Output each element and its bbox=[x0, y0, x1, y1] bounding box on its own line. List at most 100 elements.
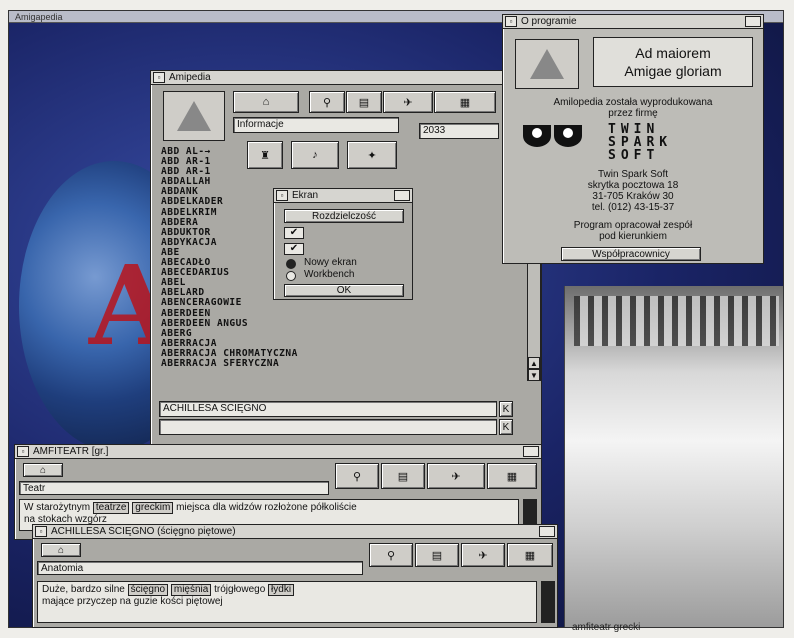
about-logo bbox=[515, 39, 579, 89]
option-workbench[interactable]: Workbench bbox=[304, 269, 354, 280]
option-new-screen[interactable]: Nowy ekran bbox=[304, 257, 357, 268]
map-button[interactable]: ▤ bbox=[346, 91, 382, 113]
achilles-map-button[interactable]: ▤ bbox=[415, 543, 459, 567]
info-tab[interactable]: Informacje bbox=[233, 117, 399, 133]
world-map-icon: ✈ bbox=[451, 470, 461, 483]
scroll-up-icon[interactable]: ▲ bbox=[528, 357, 540, 369]
scroll-down-icon[interactable]: ▼ bbox=[528, 369, 540, 381]
link-sciegno[interactable]: ścięgno bbox=[127, 584, 169, 596]
amfiteatr-title: AMFITEATR [gr.] bbox=[33, 446, 109, 457]
company-name: Twin Spark Soft bbox=[597, 169, 669, 180]
contributors-label: Współpracownicy bbox=[592, 248, 670, 260]
amfiteatr-title-bar[interactable]: ▫ AMFITEATR [gr.] bbox=[15, 445, 541, 459]
close-icon[interactable]: ▫ bbox=[505, 16, 517, 27]
search-value: ACHILLESA SCIĘGNO bbox=[163, 403, 267, 414]
depth-icon[interactable] bbox=[745, 16, 761, 27]
resolution-label: Rozdzielczość bbox=[312, 210, 376, 222]
screen-dialog: ▫ Ekran Rozdzielczość ✔ ✔ Nowy ekran Wor… bbox=[273, 188, 413, 300]
achilles-title: ACHILLESA ŚCIĘGNO (ścięgno piętowe) bbox=[51, 526, 236, 537]
amipedia-title-bar[interactable]: ▫ Amipedia bbox=[151, 71, 541, 85]
ok-label: OK bbox=[336, 285, 352, 296]
achilles-world-button[interactable]: ✈ bbox=[461, 543, 505, 567]
triangle-logo-icon bbox=[177, 101, 211, 131]
text-prefix: W starożytnym bbox=[24, 502, 91, 513]
magnifier-icon: ⚲ bbox=[352, 470, 362, 483]
intro-line-2: przez firmę bbox=[608, 108, 658, 119]
depth-icon[interactable] bbox=[523, 446, 539, 457]
list-item[interactable]: ABDALLAH bbox=[161, 177, 451, 187]
twin-spark-eyes-logo bbox=[523, 125, 582, 147]
radio-new-screen-icon[interactable] bbox=[286, 259, 296, 269]
about-title-bar[interactable]: ▫ O programie bbox=[503, 15, 763, 29]
radio-workbench-icon[interactable] bbox=[286, 271, 296, 281]
achilles-scrollbar[interactable] bbox=[541, 581, 555, 623]
link-lydki[interactable]: łydki bbox=[268, 584, 295, 596]
close-icon[interactable]: ▫ bbox=[276, 190, 288, 201]
category-label: Anatomia bbox=[41, 563, 84, 574]
achilles-category: Anatomia bbox=[37, 561, 363, 575]
checkbox-2[interactable]: ✔ bbox=[284, 243, 304, 255]
achilles-picture-button[interactable]: ▦ bbox=[507, 543, 553, 567]
window-title: Amipedia bbox=[169, 72, 211, 83]
ok-button[interactable]: OK bbox=[284, 284, 404, 297]
close-icon[interactable]: ▫ bbox=[153, 72, 165, 83]
eye-right-icon bbox=[554, 125, 582, 147]
world-map-icon: ✈ bbox=[403, 96, 413, 109]
text-middle: trójgłowego bbox=[214, 584, 266, 595]
brand-wordmark: TWIN SPARK SOFT bbox=[608, 123, 672, 162]
search-input-2[interactable] bbox=[159, 419, 497, 435]
amfiteatr-nav-button[interactable]: ⌂ bbox=[23, 463, 63, 477]
list-item[interactable]: ABERRACJA SFERYCZNA bbox=[161, 358, 451, 369]
map-icon: ▤ bbox=[358, 96, 370, 109]
keyboard-button-2[interactable]: K bbox=[499, 419, 513, 435]
category-label: Teatr bbox=[23, 483, 46, 494]
amfiteatr-category: Teatr bbox=[19, 481, 329, 495]
motto-line-1: Ad maiorem bbox=[635, 45, 711, 61]
home-button[interactable]: ⌂ bbox=[233, 91, 299, 113]
list-item[interactable]: ABERDEEN ANGUS bbox=[161, 318, 451, 329]
screen-dialog-title-bar[interactable]: ▫ Ekran bbox=[274, 189, 412, 203]
amfiteatr-search-button[interactable]: ⚲ bbox=[335, 463, 379, 489]
about-title: O programie bbox=[521, 16, 577, 27]
amphitheatre-colonnade bbox=[574, 296, 779, 346]
photo-caption: amfiteatr grecki bbox=[572, 622, 641, 633]
amfiteatr-world-button[interactable]: ✈ bbox=[427, 463, 485, 489]
credits-line-1: Program opracował zespół bbox=[573, 220, 693, 231]
year-field[interactable]: 2033 bbox=[419, 123, 499, 139]
keyboard-button[interactable]: K bbox=[499, 401, 513, 417]
resolution-button[interactable]: Rozdzielczość bbox=[284, 209, 404, 223]
link-miesnia[interactable]: mięśnia bbox=[170, 584, 212, 596]
contributors-button[interactable]: Współpracownicy bbox=[561, 247, 701, 261]
achilles-nav-button[interactable]: ⌂ bbox=[41, 543, 81, 557]
checkbox-1[interactable]: ✔ bbox=[284, 227, 304, 239]
address-line-2: 31-705 Kraków 30 bbox=[592, 191, 674, 202]
address-line-1: skrytka pocztowa 18 bbox=[587, 180, 679, 191]
amipedia-logo-button[interactable] bbox=[163, 91, 225, 141]
credits-text: Program opracował zespół pod kierunkiem bbox=[503, 220, 763, 242]
search-button[interactable]: ⚲ bbox=[309, 91, 345, 113]
brand-word-3: SOFT bbox=[608, 148, 660, 163]
amfiteatr-picture-button[interactable]: ▦ bbox=[487, 463, 537, 489]
search-input[interactable]: ACHILLESA SCIĘGNO bbox=[159, 401, 497, 417]
extra-button[interactable]: ▦ bbox=[434, 91, 496, 113]
achilles-title-bar[interactable]: ▫ ACHILLESA ŚCIĘGNO (ścięgno piętowe) bbox=[33, 525, 557, 539]
close-icon[interactable]: ▫ bbox=[35, 526, 47, 537]
world-button[interactable]: ✈ bbox=[383, 91, 433, 113]
amfiteatr-map-button[interactable]: ▤ bbox=[381, 463, 425, 489]
magnifier-icon: ⚲ bbox=[386, 549, 396, 562]
link-teatrze[interactable]: teatrze bbox=[92, 502, 130, 514]
eye-left-icon bbox=[523, 125, 551, 147]
close-icon[interactable]: ▫ bbox=[17, 446, 29, 457]
text-line-2: mające przyczep na guzie kości piętowej bbox=[42, 596, 223, 607]
achilles-window: ▫ ACHILLESA ŚCIĘGNO (ścięgno piętowe) ⌂ … bbox=[32, 524, 558, 628]
depth-icon[interactable] bbox=[394, 190, 410, 201]
achilles-search-button[interactable]: ⚲ bbox=[369, 543, 413, 567]
globe-icon: ⌂ bbox=[262, 96, 270, 108]
tab-label: Informacje bbox=[237, 119, 284, 130]
depth-icon[interactable] bbox=[539, 526, 555, 537]
credits-line-2: pod kierunkiem bbox=[599, 231, 667, 242]
picture-icon: ▦ bbox=[506, 470, 518, 483]
map-icon: ▤ bbox=[431, 549, 443, 562]
text-prefix: Duże, bardzo silne bbox=[42, 584, 125, 595]
link-greckim[interactable]: greckim bbox=[132, 502, 174, 514]
